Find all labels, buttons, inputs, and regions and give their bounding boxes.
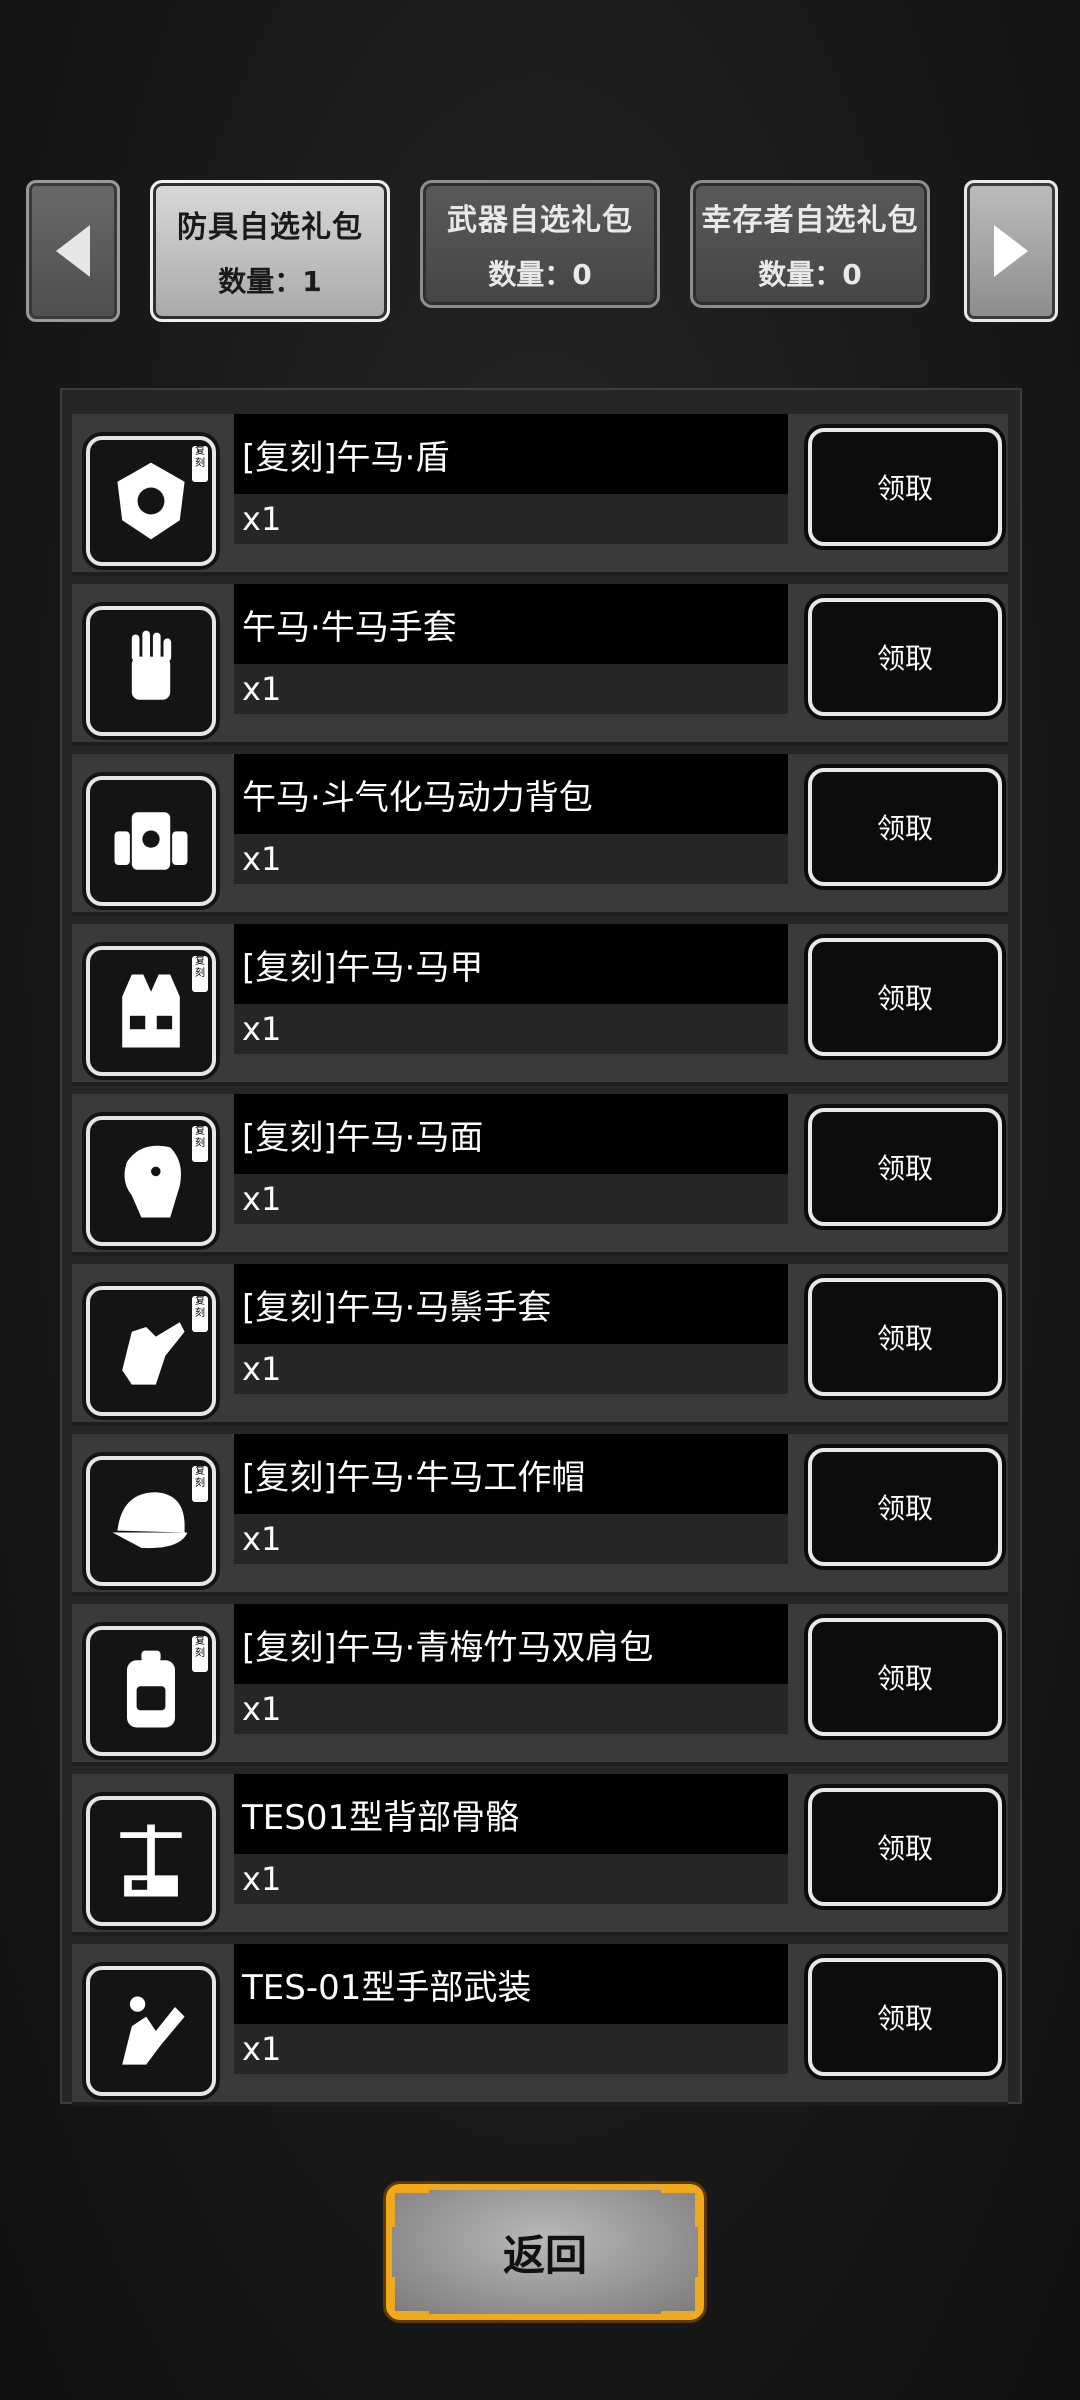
tab-count: 数量：0 bbox=[758, 258, 862, 291]
reissue-tag: 复刻 bbox=[192, 446, 208, 482]
list-item: 复刻 [复刻]午马·马面 x1 领取 bbox=[72, 1094, 1008, 1256]
frame-corner bbox=[661, 2277, 700, 2316]
frame-corner bbox=[390, 2188, 429, 2227]
glove-icon: 复刻 bbox=[86, 1286, 216, 1416]
frame-corner bbox=[390, 2277, 429, 2316]
item-list[interactable]: 复刻 [复刻]午马·盾 x1 领取 午马·牛马手套 x1 领取 午马·斗气化马动… bbox=[60, 388, 1022, 2106]
tab-title: 幸存者自选礼包 bbox=[701, 203, 919, 238]
next-tab-button[interactable] bbox=[964, 180, 1058, 322]
frame-corner bbox=[661, 2188, 700, 2227]
back-button[interactable]: 返回 bbox=[386, 2184, 704, 2320]
item-name: 午马·牛马手套 bbox=[234, 584, 788, 664]
list-item: 复刻 [复刻]午马·马鬃手套 x1 领取 bbox=[72, 1264, 1008, 1426]
tab-count: 数量：0 bbox=[488, 258, 592, 291]
item-name: [复刻]午马·马面 bbox=[234, 1094, 788, 1174]
item-name: TES01型背部骨骼 bbox=[234, 1774, 788, 1854]
list-item: TES-01型手部武装 x1 领取 bbox=[72, 1944, 1008, 2106]
list-item: 复刻 [复刻]午马·马甲 x1 领取 bbox=[72, 924, 1008, 1086]
list-item: 复刻 [复刻]午马·盾 x1 领取 bbox=[72, 414, 1008, 576]
item-quantity: x1 bbox=[234, 1854, 788, 1904]
item-name: [复刻]午马·马鬃手套 bbox=[234, 1264, 788, 1344]
claim-button[interactable]: 领取 bbox=[808, 1788, 1002, 1906]
claim-button[interactable]: 领取 bbox=[808, 1448, 1002, 1566]
arm-weapon-icon bbox=[86, 1966, 216, 2096]
claim-button[interactable]: 领取 bbox=[808, 938, 1002, 1056]
claim-button[interactable]: 领取 bbox=[808, 1958, 1002, 2076]
item-quantity: x1 bbox=[234, 1514, 788, 1564]
claim-button[interactable]: 领取 bbox=[808, 1108, 1002, 1226]
item-name: [复刻]午马·牛马工作帽 bbox=[234, 1434, 788, 1514]
tab-title: 武器自选礼包 bbox=[447, 203, 633, 238]
reissue-tag: 复刻 bbox=[192, 1466, 208, 1502]
claim-button[interactable]: 领取 bbox=[808, 598, 1002, 716]
list-item: TES01型背部骨骼 x1 领取 bbox=[72, 1774, 1008, 1936]
glove-icon bbox=[86, 606, 216, 736]
list-item: 午马·牛马手套 x1 领取 bbox=[72, 584, 1008, 746]
tab-title: 防具自选礼包 bbox=[177, 210, 363, 245]
item-quantity: x1 bbox=[234, 2024, 788, 2074]
item-name: [复刻]午马·青梅竹马双肩包 bbox=[234, 1604, 788, 1684]
claim-button[interactable]: 领取 bbox=[808, 768, 1002, 886]
shield-icon: 复刻 bbox=[86, 436, 216, 566]
exoskeleton-icon bbox=[86, 1796, 216, 1926]
claim-button[interactable]: 领取 bbox=[808, 1618, 1002, 1736]
item-name: 午马·斗气化马动力背包 bbox=[234, 754, 788, 834]
reissue-tag: 复刻 bbox=[192, 1126, 208, 1162]
work-cap-icon: 复刻 bbox=[86, 1456, 216, 1586]
power-backpack-icon bbox=[86, 776, 216, 906]
backpack-icon: 复刻 bbox=[86, 1626, 216, 1756]
arrow-right-icon bbox=[994, 225, 1028, 277]
item-quantity: x1 bbox=[234, 1004, 788, 1054]
item-name: [复刻]午马·马甲 bbox=[234, 924, 788, 1004]
item-quantity: x1 bbox=[234, 494, 788, 544]
back-label: 返回 bbox=[502, 2230, 587, 2280]
item-quantity: x1 bbox=[234, 1174, 788, 1224]
tab-count: 数量：1 bbox=[218, 265, 322, 298]
item-name: TES-01型手部武装 bbox=[234, 1944, 788, 2024]
prev-tab-button[interactable] bbox=[26, 180, 120, 322]
claim-button[interactable]: 领取 bbox=[808, 1278, 1002, 1396]
item-name: [复刻]午马·盾 bbox=[234, 414, 788, 494]
reissue-tag: 复刻 bbox=[192, 956, 208, 992]
arrow-left-icon bbox=[56, 225, 90, 277]
list-item: 复刻 [复刻]午马·牛马工作帽 x1 领取 bbox=[72, 1434, 1008, 1596]
vest-icon: 复刻 bbox=[86, 946, 216, 1076]
tab-armor-pack[interactable]: 防具自选礼包 数量：1 bbox=[150, 180, 390, 322]
list-item: 复刻 [复刻]午马·青梅竹马双肩包 x1 领取 bbox=[72, 1604, 1008, 1766]
item-quantity: x1 bbox=[234, 664, 788, 714]
item-quantity: x1 bbox=[234, 1684, 788, 1734]
tab-weapon-pack[interactable]: 武器自选礼包 数量：0 bbox=[420, 180, 660, 308]
list-item: 午马·斗气化马动力背包 x1 领取 bbox=[72, 754, 1008, 916]
tab-survivor-pack[interactable]: 幸存者自选礼包 数量：0 bbox=[690, 180, 930, 308]
horse-mask-icon: 复刻 bbox=[86, 1116, 216, 1246]
item-quantity: x1 bbox=[234, 834, 788, 884]
item-quantity: x1 bbox=[234, 1344, 788, 1394]
reissue-tag: 复刻 bbox=[192, 1296, 208, 1332]
claim-button[interactable]: 领取 bbox=[808, 428, 1002, 546]
reissue-tag: 复刻 bbox=[192, 1636, 208, 1672]
